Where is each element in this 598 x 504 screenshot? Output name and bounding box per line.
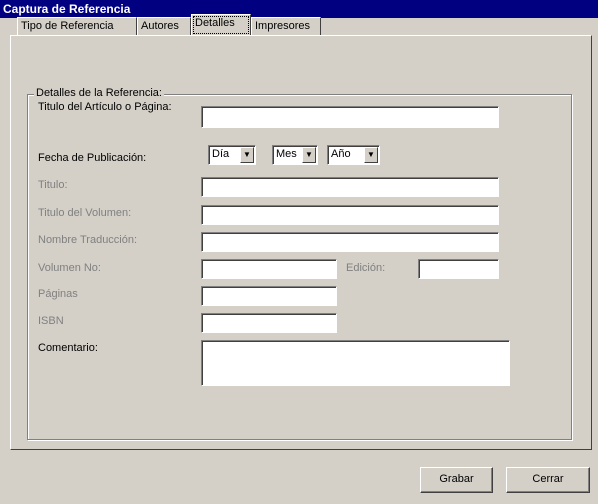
isbn-input[interactable] (201, 313, 337, 333)
paginas-input[interactable] (201, 286, 337, 306)
label-titulo: Titulo: (38, 179, 68, 191)
chevron-down-icon[interactable]: ▼ (302, 147, 316, 163)
label-paginas: Páginas (38, 288, 78, 300)
volumen-no-input[interactable] (201, 259, 337, 279)
titulo-articulo-input[interactable] (201, 106, 499, 128)
chevron-down-icon[interactable]: ▼ (240, 147, 254, 163)
grabar-button[interactable]: Grabar (420, 467, 493, 493)
label-titulo-articulo: Titulo del Artículo o Página: (38, 101, 172, 113)
tab-tipo-de-referencia[interactable]: Tipo de Referencia (17, 17, 137, 36)
tab-detalles[interactable]: Detalles (191, 14, 251, 36)
titulo-input[interactable] (201, 177, 499, 197)
window-title: Captura de Referencia (0, 0, 598, 18)
chevron-down-icon[interactable]: ▼ (364, 147, 378, 163)
label-fecha-publicacion: Fecha de Publicación: (38, 152, 147, 164)
group-title: Detalles de la Referencia: (34, 87, 164, 99)
tab-impresores[interactable]: Impresores (251, 17, 321, 36)
cerrar-button[interactable]: Cerrar (506, 467, 590, 493)
titulo-volumen-input[interactable] (201, 205, 499, 225)
mes-select-value: Mes (276, 148, 297, 160)
tab-autores[interactable]: Autores (137, 17, 191, 36)
label-edicion: Edición: (346, 262, 386, 274)
dia-select[interactable]: Día ▼ (208, 145, 256, 165)
label-titulo-volumen: Titulo del Volumen: (38, 207, 132, 219)
dia-select-value: Día (212, 148, 230, 160)
label-nombre-traduccion: Nombre Traducción: (38, 234, 138, 246)
anio-select[interactable]: Año ▼ (327, 145, 380, 165)
edicion-input[interactable] (418, 259, 499, 279)
label-isbn: ISBN (38, 315, 64, 327)
mes-select[interactable]: Mes ▼ (272, 145, 318, 165)
label-comentario: Comentario: (38, 342, 98, 354)
comentario-textarea[interactable] (201, 340, 510, 386)
anio-select-value: Año (331, 148, 351, 160)
nombre-traduccion-input[interactable] (201, 232, 499, 252)
label-volumen-no: Volumen No: (38, 262, 101, 274)
